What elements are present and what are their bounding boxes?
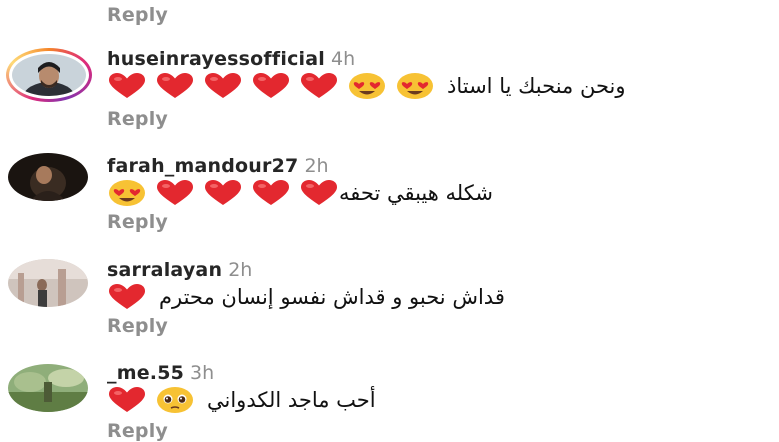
reply-button[interactable]: Reply xyxy=(107,211,168,233)
avatar xyxy=(12,54,86,96)
username-link[interactable]: huseinrayessofficial xyxy=(107,48,325,70)
comment-meta: farah_mandour27 2h xyxy=(107,155,329,177)
heart-eyes-emoji-icon xyxy=(347,72,387,100)
emoji-row xyxy=(107,179,339,207)
avatar-story-ring[interactable] xyxy=(6,48,92,102)
heart-emoji-icon xyxy=(203,179,243,207)
comment-text: قداش نحبو و قداش نفسو إنسان محترم xyxy=(159,285,505,309)
emoji-row xyxy=(107,283,159,311)
comment-text-line: قداش نحبو و قداش نفسو إنسان محترم xyxy=(107,280,687,314)
heart-emoji-icon xyxy=(155,179,195,207)
heart-emoji-icon xyxy=(155,72,195,100)
emoji-row xyxy=(107,72,443,100)
username-link[interactable]: _me.55 xyxy=(107,362,184,384)
heart-emoji-icon xyxy=(251,179,291,207)
avatar[interactable] xyxy=(8,153,88,201)
comment-time: 2h xyxy=(304,155,329,177)
emoji-row xyxy=(107,386,207,414)
avatar[interactable] xyxy=(8,364,88,412)
comment-text: أحب ماجد الكدواني xyxy=(207,388,376,412)
heart-emoji-icon xyxy=(203,72,243,100)
heart-emoji-icon xyxy=(299,179,339,207)
reply-button[interactable]: Reply xyxy=(107,315,168,337)
comment-text: شكله هيبقي تحفه xyxy=(339,181,493,205)
comment-meta: sarralayan 2h xyxy=(107,259,252,281)
heart-eyes-emoji-icon xyxy=(107,179,147,207)
heart-emoji-icon xyxy=(251,72,291,100)
username-link[interactable]: sarralayan xyxy=(107,259,222,281)
avatar[interactable] xyxy=(8,259,88,307)
comment-meta: huseinrayessofficial 4h xyxy=(107,48,355,70)
pleading-face-emoji-icon xyxy=(155,386,195,414)
comment-text-line: أحب ماجد الكدواني xyxy=(107,383,687,417)
comment-time: 3h xyxy=(190,362,215,384)
comment-time: 4h xyxy=(331,48,356,70)
username-link[interactable]: farah_mandour27 xyxy=(107,155,298,177)
comment-text-line: شكله هيبقي تحفه xyxy=(107,176,687,210)
reply-button[interactable]: Reply xyxy=(107,4,168,26)
heart-emoji-icon xyxy=(107,283,147,311)
reply-button[interactable]: Reply xyxy=(107,108,168,130)
heart-emoji-icon xyxy=(107,72,147,100)
comment-time: 2h xyxy=(228,259,253,281)
heart-emoji-icon xyxy=(299,72,339,100)
heart-emoji-icon xyxy=(107,386,147,414)
comment-text: ونحن منحبك يا استاذ xyxy=(447,74,626,98)
comment-text-line: ونحن منحبك يا استاذ xyxy=(107,69,687,103)
heart-eyes-emoji-icon xyxy=(395,72,435,100)
comment-meta: _me.55 3h xyxy=(107,362,214,384)
